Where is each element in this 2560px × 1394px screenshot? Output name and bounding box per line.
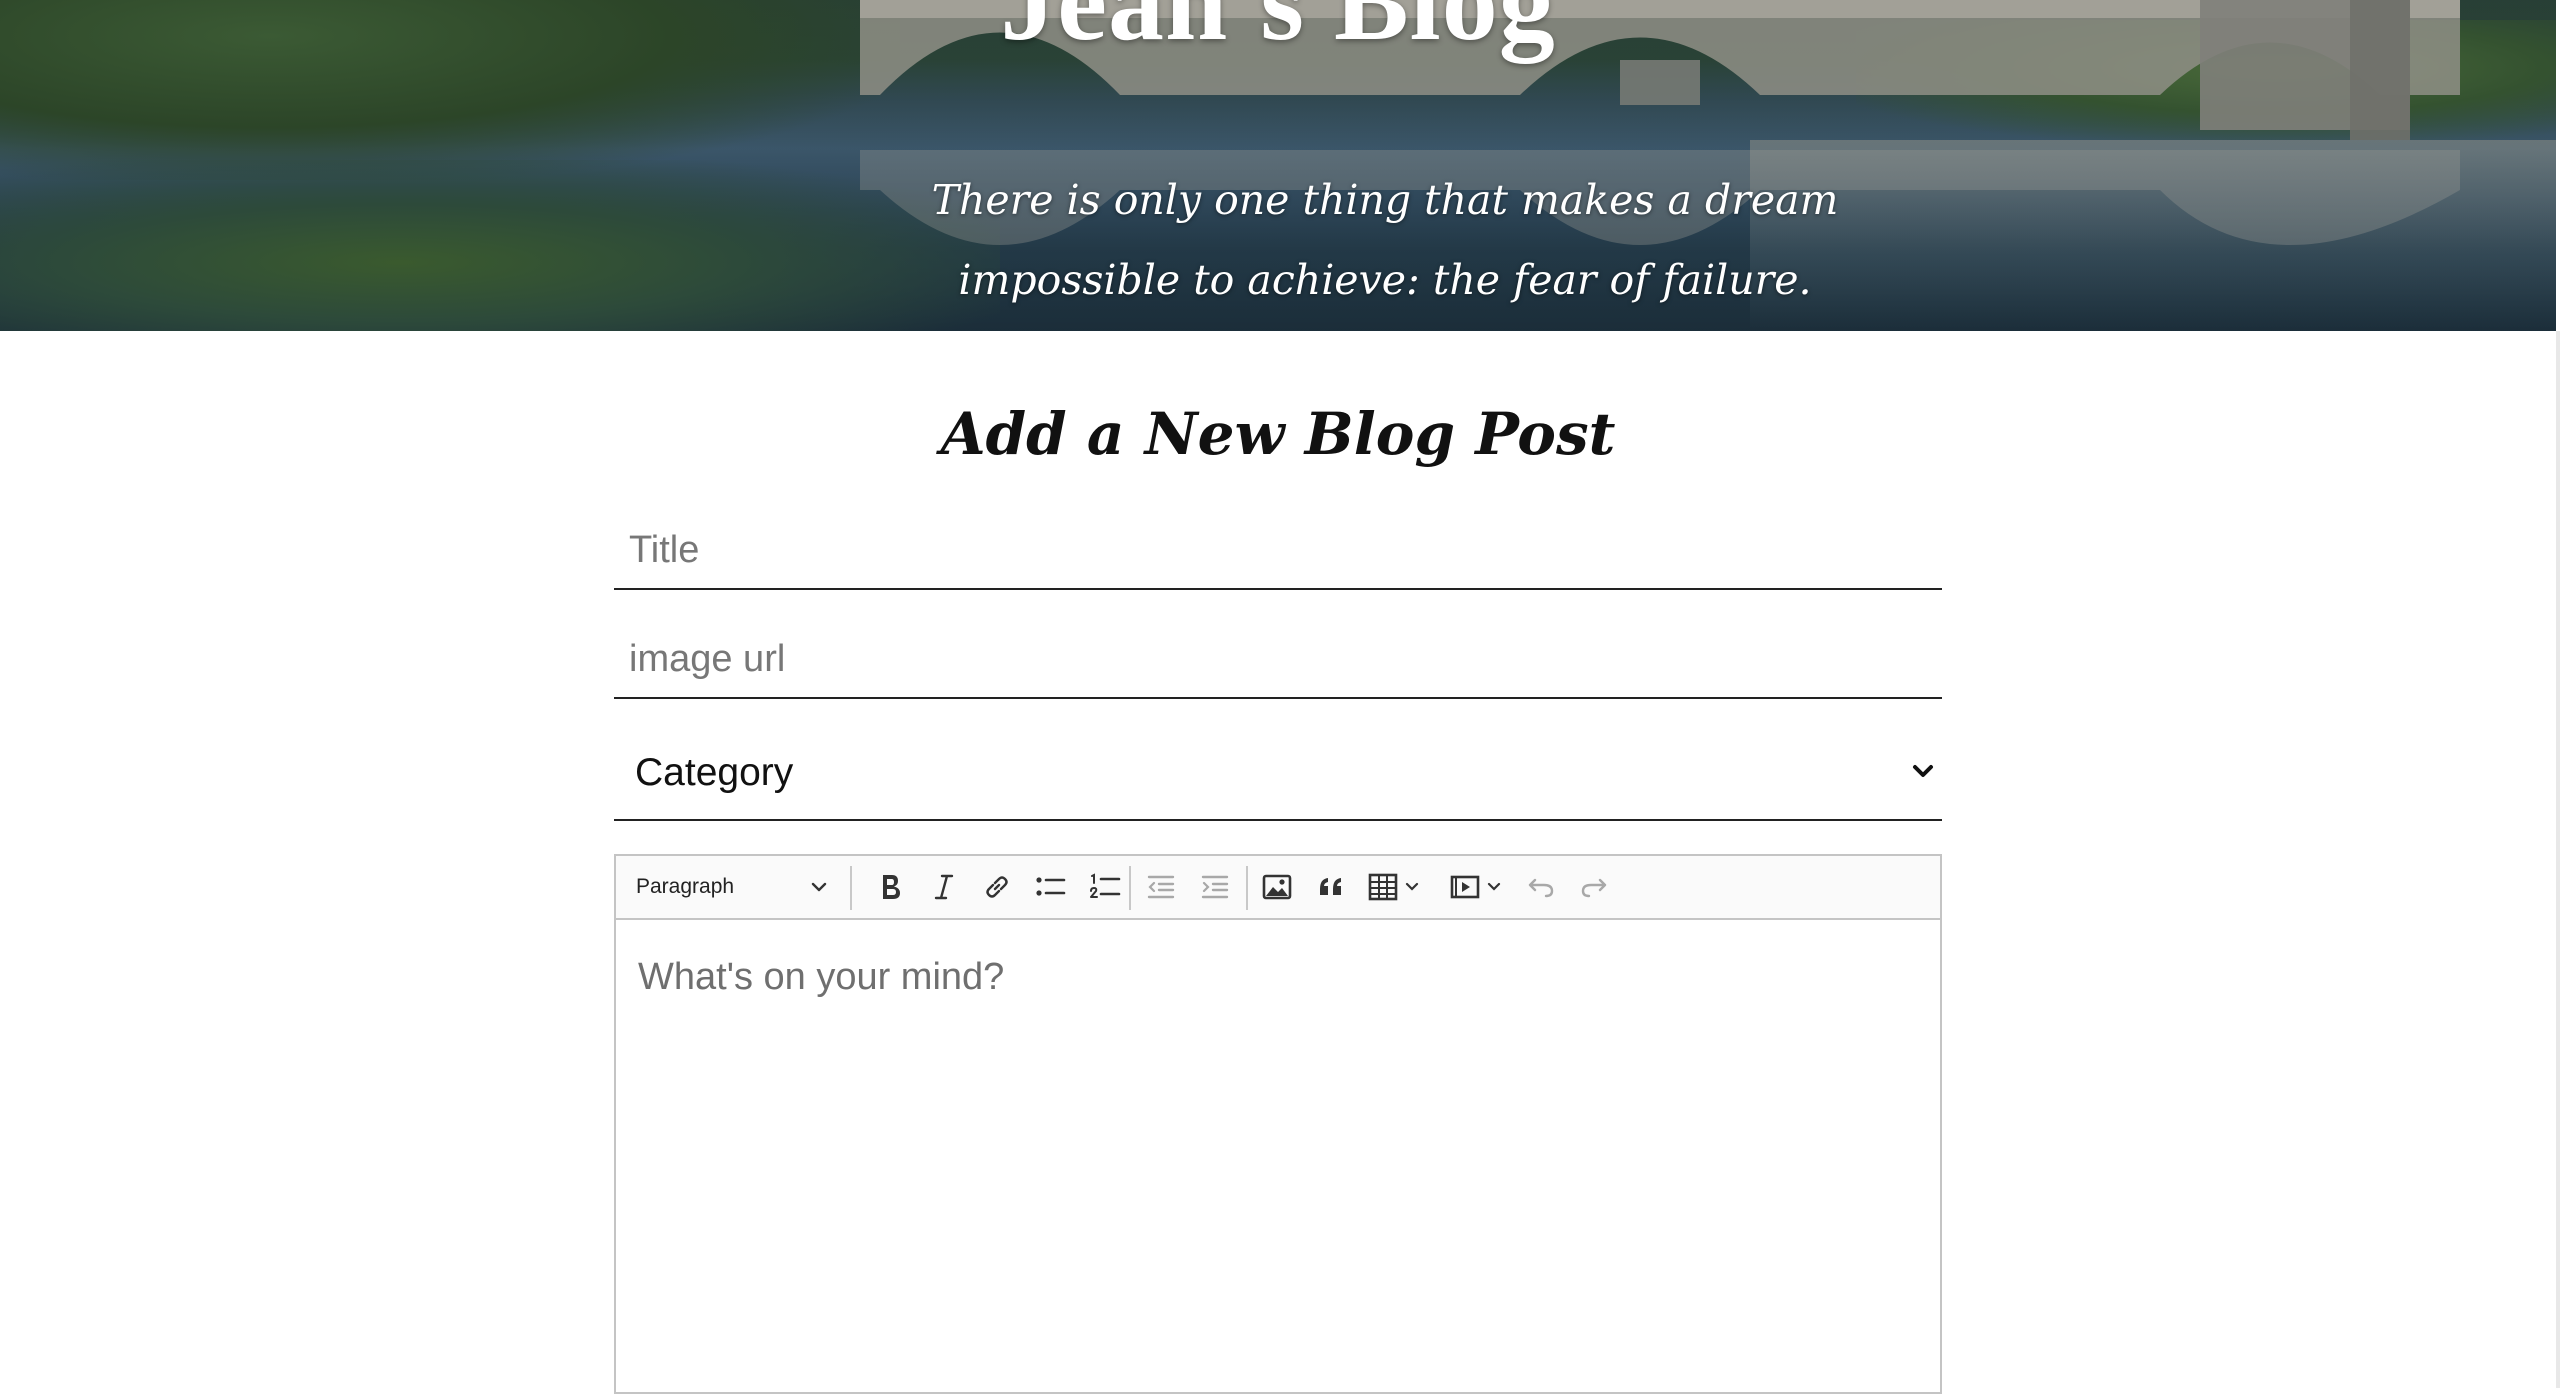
toolbar-separator: [1246, 866, 1248, 910]
title-input[interactable]: [614, 512, 1942, 590]
insert-table-button[interactable]: [1364, 856, 1424, 918]
category-select-value: Category: [635, 751, 794, 794]
redo-button[interactable]: [1569, 856, 1619, 918]
chevron-down-icon: [811, 882, 827, 892]
undo-button[interactable]: [1516, 856, 1566, 918]
insert-image-button[interactable]: [1252, 856, 1302, 918]
rich-text-editor[interactable]: Paragraph What's on your mind?: [614, 854, 1942, 1394]
category-select[interactable]: Category: [614, 735, 1942, 821]
insert-media-button[interactable]: [1446, 856, 1506, 918]
image-url-input[interactable]: [614, 622, 1942, 699]
link-button[interactable]: [972, 856, 1022, 918]
table-icon: [1368, 873, 1398, 901]
blog-tagline: There is only one thing that makes a dre…: [931, 176, 1839, 304]
italic-button[interactable]: [919, 856, 969, 918]
numbered-list-icon: [1090, 873, 1121, 898]
scrollbar-track[interactable]: [2556, 331, 2560, 1388]
chevron-down-icon: [1913, 765, 1933, 777]
indent-button[interactable]: [1190, 856, 1240, 918]
heading-dropdown-label: Paragraph: [636, 875, 735, 898]
bold-button[interactable]: [866, 856, 916, 918]
page-title: Add a New Blog Post: [940, 400, 1616, 468]
image-icon: [1262, 874, 1292, 900]
blockquote-icon: [1320, 878, 1341, 895]
redo-icon: [1581, 878, 1607, 898]
heading-dropdown[interactable]: Paragraph: [636, 856, 836, 918]
numbered-list-button[interactable]: [1080, 856, 1130, 918]
undo-icon: [1528, 878, 1554, 898]
blockquote-button[interactable]: [1306, 856, 1356, 918]
hero-banner: Jean's Blog There is only one thing that…: [0, 0, 2556, 331]
bulleted-list-icon: [1036, 877, 1066, 896]
media-embed-icon: [1450, 875, 1480, 899]
editor-toolbar: Paragraph: [616, 856, 1940, 920]
editor-placeholder: What's on your mind?: [638, 956, 1005, 998]
link-icon: [986, 876, 1008, 898]
bulleted-list-button[interactable]: [1026, 856, 1076, 918]
chevron-down-icon: [1487, 882, 1501, 891]
chevron-down-icon: [1405, 882, 1419, 891]
indent-icon: [1201, 875, 1229, 899]
outdent-icon: [1147, 875, 1175, 899]
bold-icon: [883, 875, 900, 899]
outdent-button[interactable]: [1136, 856, 1186, 918]
blog-title: Jean's Blog: [1000, 0, 1556, 64]
toolbar-separator: [1129, 866, 1131, 910]
toolbar-separator: [850, 866, 852, 910]
italic-icon: [934, 874, 954, 900]
